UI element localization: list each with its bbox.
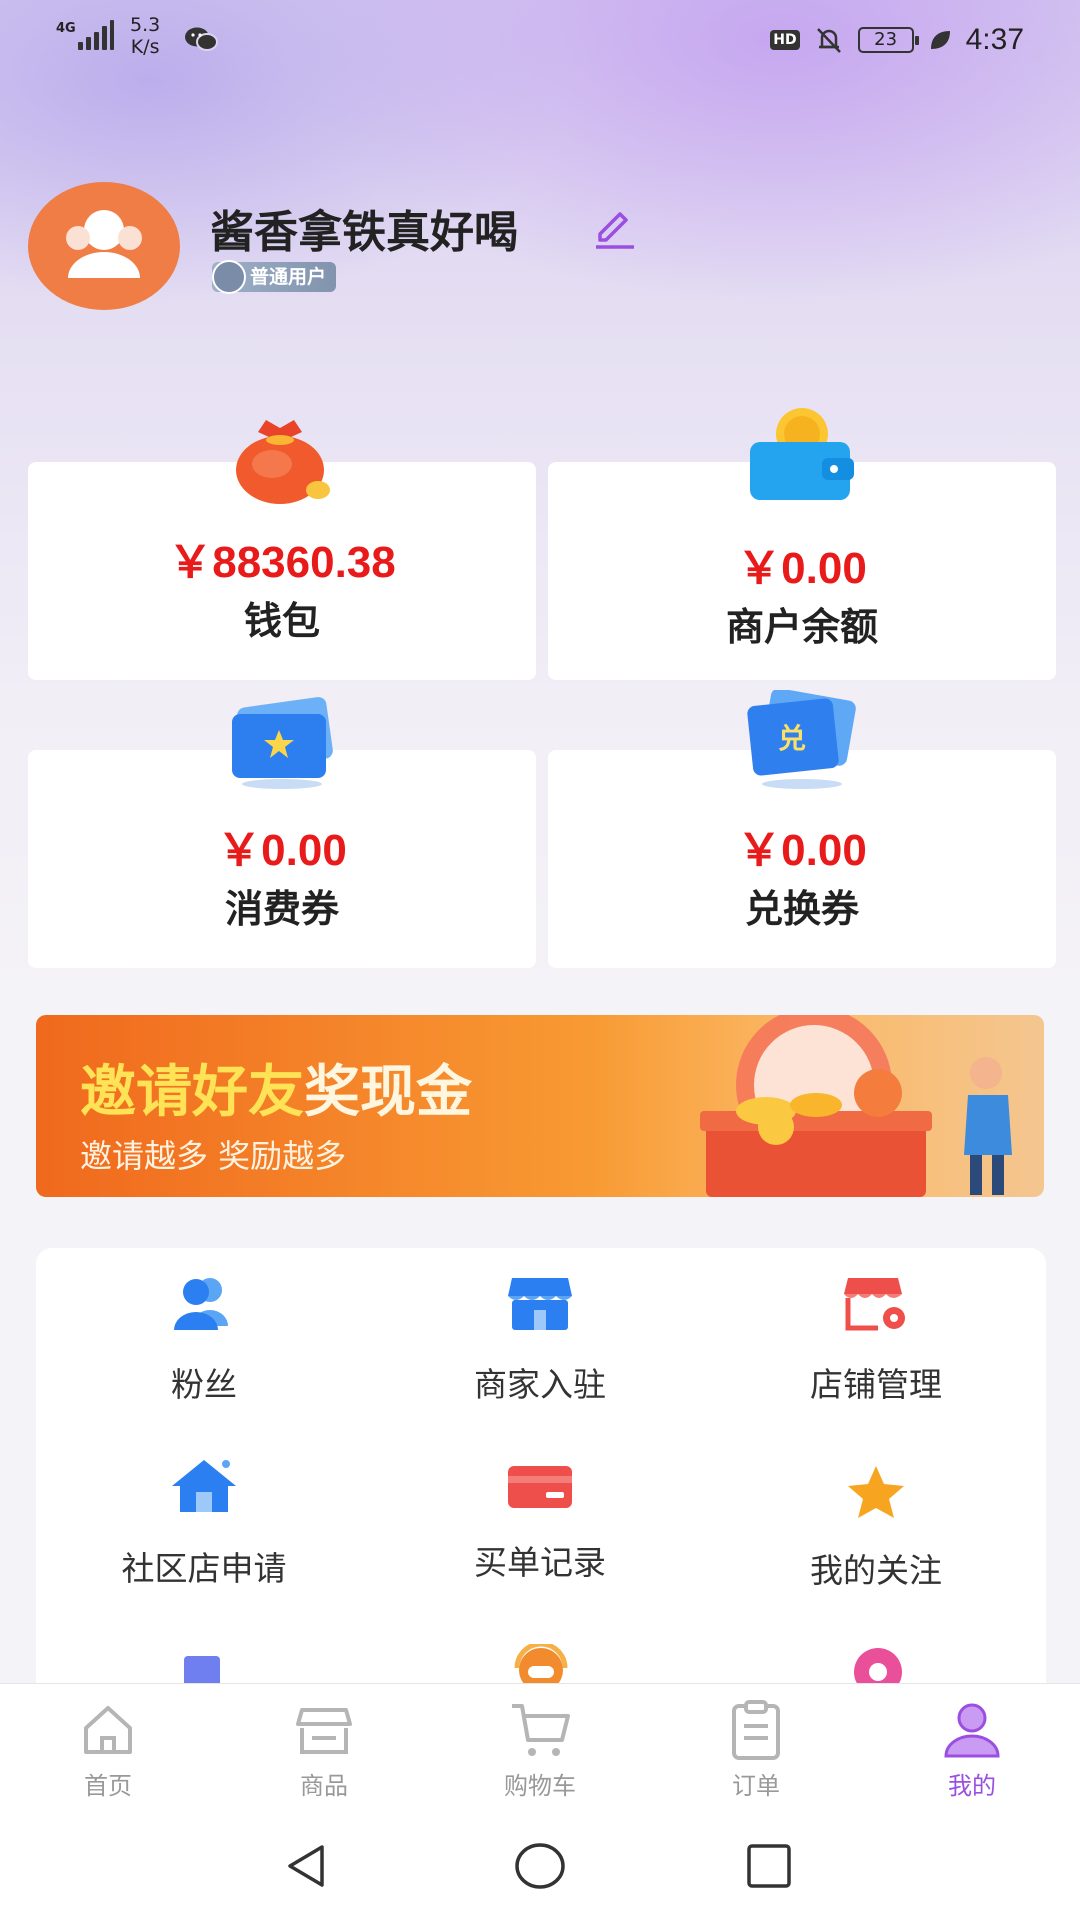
- network-type: 4G: [56, 21, 76, 36]
- banner-title: 邀请好友奖现金: [80, 1060, 472, 1125]
- merchant-balance-amount: ￥0.00: [737, 544, 867, 593]
- coupon-icon: [232, 697, 333, 789]
- money-bag-icon: [236, 420, 330, 504]
- leaf-icon: [930, 31, 950, 49]
- exchange-coupon-label: 兑换券: [744, 887, 859, 931]
- bottom-nav: 首页 商品 购物车 订单 我的: [0, 1683, 1080, 1807]
- user-level-badge: 普通用户: [212, 260, 337, 294]
- consumption-coupon-amount: ￥0.00: [217, 826, 347, 875]
- invite-friends-banner[interactable]: 邀请好友奖现金 邀请越多 奖励越多: [36, 1015, 1044, 1197]
- edit-icon[interactable]: [590, 202, 638, 250]
- card-icon: [508, 1466, 572, 1508]
- recents-icon[interactable]: [746, 1843, 792, 1889]
- store-icon: [508, 1278, 572, 1330]
- thumbs-up-icon: [212, 260, 246, 294]
- star-icon: [848, 1466, 904, 1518]
- exchange-coupon-icon: 兑: [747, 690, 856, 789]
- menu-fans[interactable]: 粉丝: [36, 1274, 372, 1424]
- back-icon[interactable]: [284, 1843, 330, 1889]
- battery-indicator: 23: [857, 27, 919, 53]
- username: 酱香拿铁真好喝: [210, 207, 518, 258]
- user-avatar-icon: [66, 210, 142, 278]
- clock: 4:37: [965, 23, 1024, 56]
- avatar[interactable]: [28, 182, 180, 310]
- store-settings-icon: [844, 1278, 905, 1331]
- signal-icon: [78, 20, 114, 50]
- nav-orders[interactable]: 订单: [648, 1684, 864, 1808]
- settings-icon: [854, 1648, 902, 1688]
- consumption-coupon-label: 消费券: [224, 887, 339, 931]
- home-circle-icon[interactable]: [514, 1841, 566, 1891]
- wallet-label: 钱包: [243, 599, 320, 643]
- shop-nav-icon: [296, 1708, 352, 1754]
- wallet-icon: [750, 408, 854, 500]
- menu-community-store[interactable]: 社区店申请: [36, 1456, 372, 1606]
- status-bar: 4G 5.3 K/s HD 23 4:37: [0, 0, 1080, 80]
- gift-box-illustration: [700, 1015, 1012, 1197]
- merchant-balance-label: 商户余额: [725, 605, 878, 649]
- nav-cart[interactable]: 购物车: [432, 1684, 648, 1808]
- network-speed: 5.3 K/s: [130, 14, 161, 58]
- system-nav-bar: [0, 1807, 1080, 1920]
- services-panel: 粉丝 商家入驻 店铺管理 社区店申请 买单记录 我的关注: [36, 1248, 1046, 1688]
- nav-products[interactable]: 商品: [216, 1684, 432, 1808]
- menu-payment-records[interactable]: 买单记录: [372, 1456, 708, 1606]
- banner-subtitle: 邀请越多 奖励越多: [80, 1137, 347, 1175]
- profile-nav-icon: [944, 1703, 1000, 1758]
- mute-bell-icon: [816, 28, 841, 53]
- home-nav-icon: [84, 1706, 132, 1754]
- users-icon: [174, 1278, 228, 1330]
- customer-service-icon: [514, 1644, 568, 1688]
- hd-indicator: HD: [770, 30, 800, 50]
- order-nav-icon: [732, 1700, 780, 1760]
- svg-text:兑: 兑: [778, 722, 806, 755]
- wallet-amount: ￥88360.38: [168, 538, 396, 587]
- wechat-icon: [185, 27, 218, 51]
- menu-store-management[interactable]: 店铺管理: [708, 1274, 1044, 1424]
- nav-home[interactable]: 首页: [0, 1684, 216, 1808]
- exchange-coupon-amount: ￥0.00: [737, 826, 867, 875]
- menu-my-follows[interactable]: 我的关注: [708, 1456, 1044, 1606]
- menu-merchant-join[interactable]: 商家入驻: [372, 1274, 708, 1424]
- home-icon: [172, 1460, 236, 1512]
- cart-nav-icon: [512, 1704, 570, 1756]
- nav-mine[interactable]: 我的: [864, 1684, 1080, 1808]
